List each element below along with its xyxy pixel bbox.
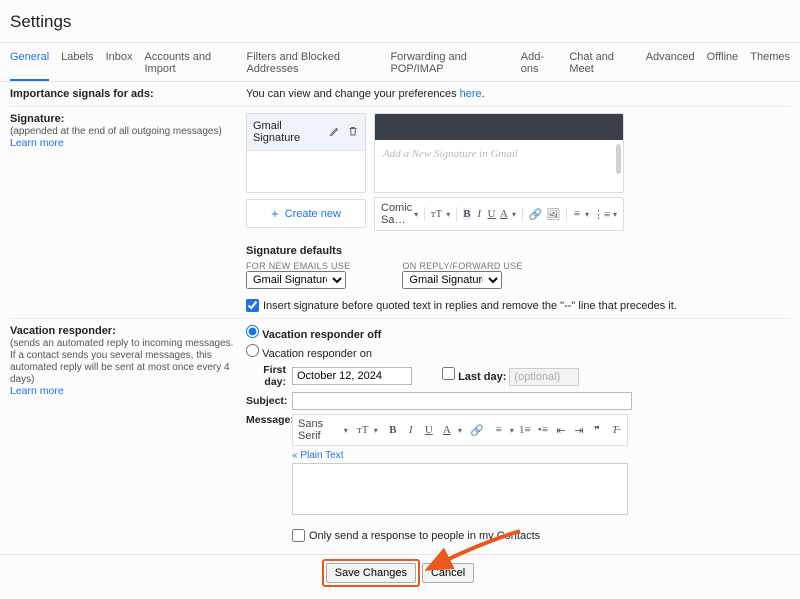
plain-text-link[interactable]: « Plain Text xyxy=(292,450,344,461)
tab-filters[interactable]: Filters and Blocked Addresses xyxy=(246,51,378,81)
create-new-signature-button[interactable]: + Create new xyxy=(246,199,366,228)
vacation-learn-more-link[interactable]: Learn more xyxy=(10,385,64,397)
signature-defaults-heading: Signature defaults xyxy=(246,245,790,257)
vacation-on-radio[interactable] xyxy=(246,344,259,357)
vacation-off-radio[interactable] xyxy=(246,325,259,338)
signature-item-name: Gmail Signature xyxy=(253,120,329,144)
bold-button[interactable]: B xyxy=(463,208,471,220)
signature-toolbar: Comic Sa… ▾ тT▾ B I U A▾ 🔗 🖼 ≡▾ ⋮≡▾ xyxy=(374,197,624,231)
create-new-label: Create new xyxy=(285,208,341,220)
reply-forward-select[interactable]: Gmail Signature xyxy=(402,271,502,289)
chevron-down-icon: ▾ xyxy=(446,210,450,219)
save-changes-button[interactable]: Save Changes xyxy=(326,563,416,583)
ads-label: Importance signals for ads: xyxy=(10,88,154,100)
link-icon[interactable]: 🔗 xyxy=(528,208,542,221)
contacts-only-checkbox[interactable] xyxy=(292,529,305,542)
signature-label: Signature: xyxy=(10,113,64,125)
font-size-icon[interactable]: тT xyxy=(431,208,443,220)
tab-labels[interactable]: Labels xyxy=(61,51,93,81)
chevron-down-icon: ▾ xyxy=(512,210,516,219)
message-label: Message: xyxy=(246,414,292,426)
chevron-down-icon: ▾ xyxy=(344,426,348,435)
tab-forwarding[interactable]: Forwarding and POP/IMAP xyxy=(390,51,508,81)
scrollbar[interactable] xyxy=(616,144,621,174)
reply-forward-label: ON REPLY/FORWARD USE xyxy=(402,261,522,271)
indent-less-icon[interactable]: ⇤ xyxy=(554,424,568,437)
bold-button[interactable]: B xyxy=(386,424,400,436)
numbered-list-icon[interactable]: 1≡ xyxy=(518,424,532,436)
last-day-checkbox[interactable] xyxy=(442,367,455,380)
quote-icon[interactable]: ❞ xyxy=(590,424,604,437)
signature-list: Gmail Signature xyxy=(246,113,366,193)
signature-preview-text: Add a New Signature in Gmail xyxy=(375,140,623,168)
message-toolbar: Sans Serif ▾ тT ▾ B I U A ▾ 🔗 ≡ ▾ 1≡ •≡ xyxy=(292,414,628,446)
signature-sub: (appended at the end of all outgoing mes… xyxy=(10,126,222,137)
tab-offline[interactable]: Offline xyxy=(707,51,739,81)
tab-advanced[interactable]: Advanced xyxy=(646,51,695,81)
settings-tabs: General Labels Inbox Accounts and Import… xyxy=(10,43,790,81)
vacation-label: Vacation responder: xyxy=(10,325,116,337)
font-select[interactable]: Comic Sa… ▾ xyxy=(381,202,418,226)
vacation-on-option[interactable]: Vacation responder on xyxy=(246,344,790,360)
vacation-sub: (sends an automated reply to incoming me… xyxy=(10,338,233,385)
first-day-label: First day: xyxy=(246,364,292,388)
signature-learn-more-link[interactable]: Learn more xyxy=(10,137,64,149)
new-emails-select[interactable]: Gmail Signature xyxy=(246,271,346,289)
insert-before-quoted-label: Insert signature before quoted text in r… xyxy=(263,300,677,312)
chevron-down-icon: ▾ xyxy=(613,210,617,219)
signature-list-item[interactable]: Gmail Signature xyxy=(247,114,365,151)
remove-format-icon[interactable]: T̶ xyxy=(608,424,622,436)
list-icon[interactable]: ⋮≡ xyxy=(593,208,609,221)
new-emails-label: FOR NEW EMAILS USE xyxy=(246,261,350,271)
tab-accounts[interactable]: Accounts and Import xyxy=(144,51,234,81)
plus-icon: + xyxy=(271,206,279,221)
last-day-label: Last day: xyxy=(458,371,506,383)
subject-label: Subject: xyxy=(246,395,292,407)
font-select[interactable]: Sans Serif ▾ xyxy=(298,418,348,442)
trash-icon[interactable] xyxy=(347,125,359,140)
underline-button[interactable]: U xyxy=(487,208,495,220)
cancel-button[interactable]: Cancel xyxy=(422,563,474,583)
italic-button[interactable]: I xyxy=(475,208,483,220)
image-icon[interactable]: 🖼 xyxy=(546,208,560,221)
contacts-only-label: Only send a response to people in my Con… xyxy=(309,530,540,542)
align-icon[interactable]: ≡ xyxy=(573,208,581,220)
chevron-down-icon: ▾ xyxy=(458,426,462,435)
link-icon[interactable]: 🔗 xyxy=(470,424,484,437)
underline-button[interactable]: U xyxy=(422,424,436,436)
indent-more-icon[interactable]: ⇥ xyxy=(572,424,586,437)
ads-link[interactable]: here xyxy=(460,88,482,100)
text-color-button[interactable]: A xyxy=(500,208,508,220)
chevron-down-icon: ▾ xyxy=(510,426,514,435)
first-day-input[interactable] xyxy=(292,367,412,385)
chevron-down-icon: ▾ xyxy=(585,210,589,219)
tab-inbox[interactable]: Inbox xyxy=(106,51,133,81)
message-textarea[interactable] xyxy=(292,463,628,515)
align-icon[interactable]: ≡ xyxy=(492,424,506,436)
chevron-down-icon: ▾ xyxy=(414,210,418,219)
page-title: Settings xyxy=(10,12,790,32)
bullet-list-icon[interactable]: •≡ xyxy=(536,424,550,436)
ads-text: You can view and change your preferences xyxy=(246,88,460,100)
tab-chat[interactable]: Chat and Meet xyxy=(569,51,633,81)
signature-image-block xyxy=(375,114,623,140)
tab-general[interactable]: General xyxy=(10,51,49,81)
tab-addons[interactable]: Add-ons xyxy=(521,51,558,81)
insert-before-quoted-checkbox[interactable] xyxy=(246,299,259,312)
pencil-icon[interactable] xyxy=(329,125,341,140)
italic-button[interactable]: I xyxy=(404,424,418,436)
chevron-down-icon: ▾ xyxy=(374,426,378,435)
last-day-placeholder: (optional) xyxy=(509,368,579,386)
tab-themes[interactable]: Themes xyxy=(750,51,790,81)
vacation-off-option[interactable]: Vacation responder off xyxy=(246,325,790,341)
font-size-icon[interactable]: тT xyxy=(356,424,370,436)
text-color-button[interactable]: A xyxy=(440,424,454,436)
signature-editor[interactable]: Add a New Signature in Gmail xyxy=(374,113,624,193)
subject-input[interactable] xyxy=(292,392,632,410)
footer: Save Changes Cancel xyxy=(10,555,790,587)
